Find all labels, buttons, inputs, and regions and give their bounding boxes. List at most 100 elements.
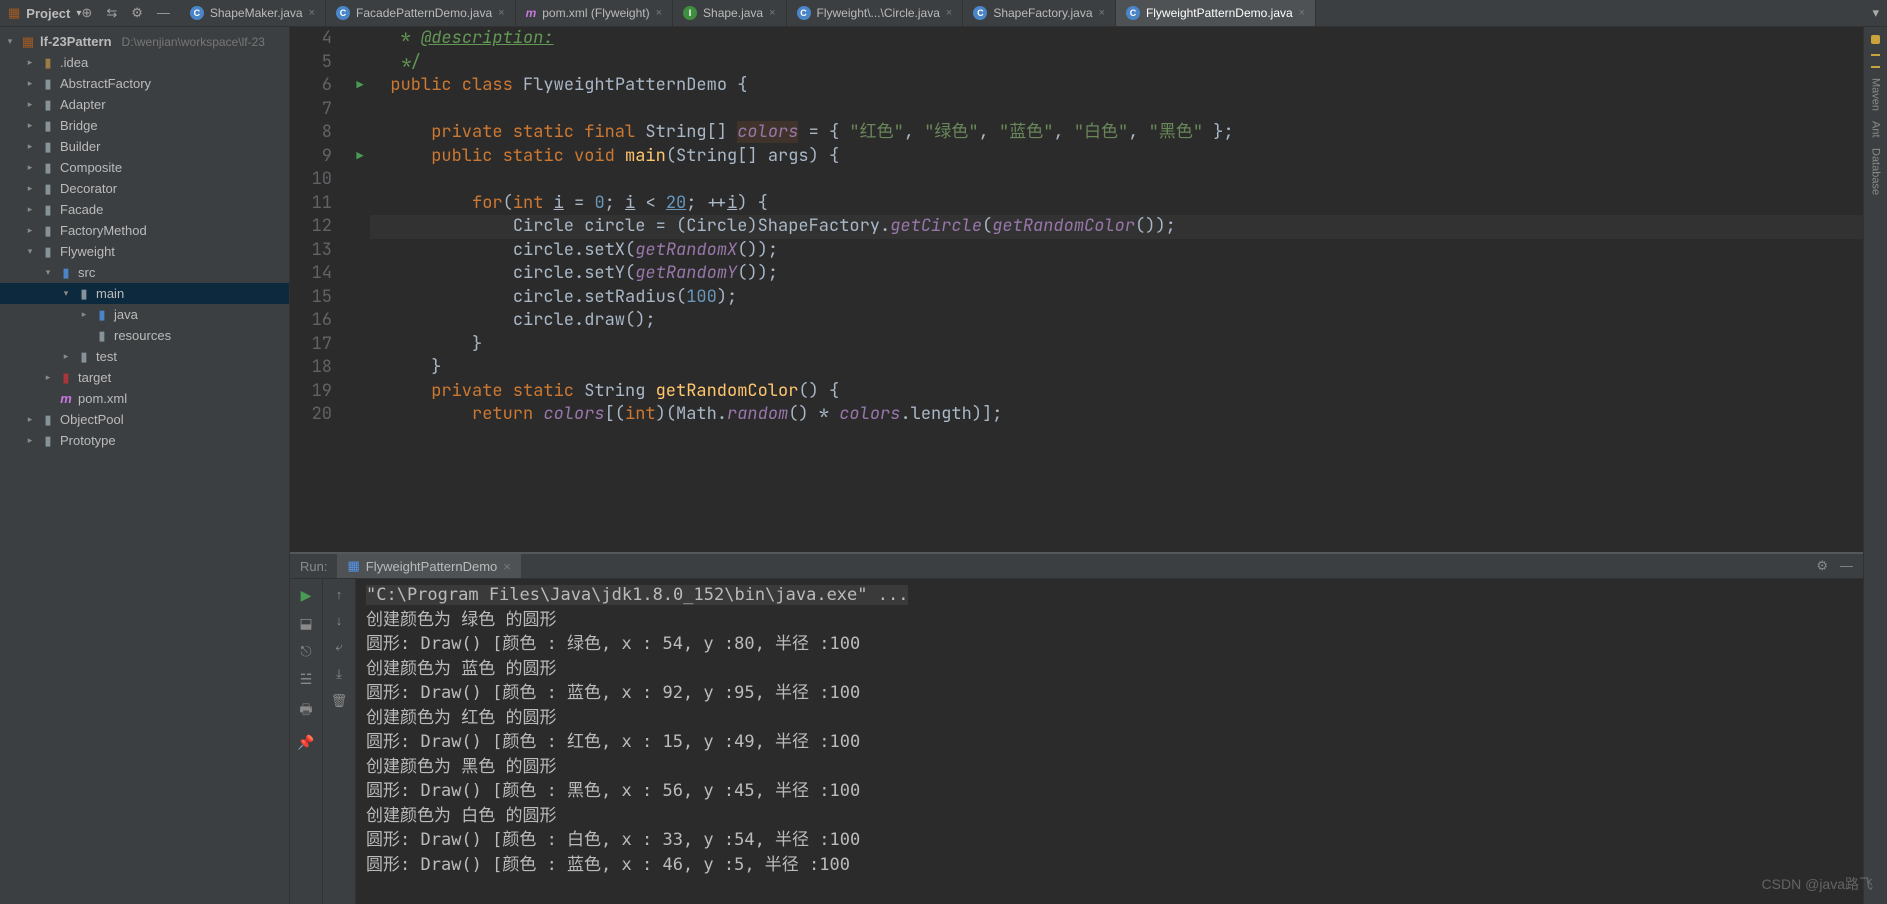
code-editor[interactable]: 4567891011121314151617181920 ▶▶ * @descr… [290, 27, 1863, 552]
editor-tab[interactable]: IShape.java× [673, 0, 786, 26]
code-line[interactable]: private static final String[] colors = {… [370, 121, 1863, 145]
tree-item[interactable]: ▸Decorator [0, 178, 289, 199]
close-icon[interactable]: × [498, 7, 504, 19]
close-icon[interactable]: × [769, 7, 775, 19]
ant-tool[interactable]: Ant [1870, 121, 1882, 138]
tab-label: FlyweightPatternDemo.java [1146, 6, 1293, 20]
tree-item[interactable]: ▸.idea [0, 52, 289, 73]
code-line[interactable]: return colors[(int)(Math.random() * colo… [370, 403, 1863, 427]
tree-item[interactable]: ▾Flyweight [0, 241, 289, 262]
chevron-icon: ▾ [60, 288, 72, 299]
soft-wrap-icon[interactable]: ⤶ [335, 639, 342, 655]
line-number: 18 [290, 356, 332, 380]
project-tool-selector[interactable]: Project ▾ [0, 5, 81, 21]
rerun-icon[interactable]: ▶ [301, 587, 312, 604]
minimize-icon[interactable]: — [1840, 558, 1853, 574]
tree-item[interactable]: resources [0, 325, 289, 346]
code-line[interactable]: public static void main(String[] args) { [370, 145, 1863, 169]
gear-icon[interactable]: ⚙ [1816, 558, 1828, 574]
code-line[interactable]: * @description: [370, 27, 1863, 51]
tree-root-path: D:\wenjian\workspace\lf-23 [122, 35, 265, 49]
close-icon[interactable]: × [309, 7, 315, 19]
close-icon[interactable]: × [503, 559, 511, 574]
close-icon[interactable]: × [656, 7, 662, 19]
inspection-indicator[interactable] [1871, 35, 1880, 44]
editor-tab[interactable]: CFacadePatternDemo.java× [326, 0, 516, 26]
warning-marker[interactable] [1871, 66, 1880, 68]
project-tree[interactable]: ▾ lf-23Pattern D:\wenjian\workspace\lf-2… [0, 27, 290, 904]
tab-dropdown-icon[interactable]: ▾ [1864, 5, 1887, 21]
console-line: 创建颜色为 绿色 的圆形 [366, 608, 1853, 633]
scroll-to-end-icon[interactable]: ⤓ [336, 666, 342, 682]
code-line[interactable]: for(int i = 0; i < 20; ++i) { [370, 192, 1863, 216]
tree-item[interactable]: ▸ObjectPool [0, 409, 289, 430]
editor-tab[interactable]: mpom.xml (Flyweight)× [516, 0, 673, 26]
tree-item[interactable]: ▸test [0, 346, 289, 367]
scroll-up-icon[interactable]: ↑ [336, 587, 343, 602]
scroll-down-icon[interactable]: ↓ [336, 613, 343, 628]
chevron-icon: ▸ [42, 372, 54, 383]
layout-icon[interactable]: ☱ [300, 671, 313, 688]
tree-item[interactable]: ▸Prototype [0, 430, 289, 451]
pin-icon[interactable]: 📌 [297, 734, 314, 751]
code-line[interactable]: circle.draw(); [370, 309, 1863, 333]
folder-icon [76, 349, 92, 365]
tree-item-label: java [114, 307, 138, 322]
code-line[interactable]: circle.setRadius(100); [370, 286, 1863, 310]
code-line[interactable]: circle.setX(getRandomX()); [370, 239, 1863, 263]
warning-marker[interactable] [1871, 54, 1880, 56]
tree-item[interactable]: ▸Builder [0, 136, 289, 157]
tree-item-label: pom.xml [78, 391, 127, 406]
close-icon[interactable]: × [1299, 7, 1305, 19]
run-gutter-icon[interactable]: ▶ [356, 145, 363, 169]
code-line[interactable]: public class FlyweightPatternDemo { [370, 74, 1863, 98]
code-line[interactable]: circle.setY(getRandomY()); [370, 262, 1863, 286]
code-line[interactable]: } [370, 333, 1863, 357]
tree-item[interactable]: ▸AbstractFactory [0, 73, 289, 94]
code-line[interactable]: Circle circle = (Circle)ShapeFactory.get… [370, 215, 1863, 239]
code-line[interactable]: private static String getRandomColor() { [370, 380, 1863, 404]
code-line[interactable] [370, 98, 1863, 122]
tree-item[interactable]: ▸FactoryMethod [0, 220, 289, 241]
tree-item-label: AbstractFactory [60, 76, 151, 91]
editor-tab[interactable]: CFlyweightPatternDemo.java× [1116, 0, 1316, 26]
class-icon: C [336, 6, 350, 20]
editor-tab[interactable]: CShapeFactory.java× [963, 0, 1116, 26]
tree-item[interactable]: ▸Bridge [0, 115, 289, 136]
print-icon[interactable]: 🖶 [299, 699, 312, 723]
code-line[interactable]: } [370, 356, 1863, 380]
run-tab[interactable]: ▦ FlyweightPatternDemo × [337, 554, 520, 578]
run-gutter-icon[interactable]: ▶ [356, 74, 363, 98]
clear-icon[interactable]: 🗑 [331, 693, 348, 709]
expand-icon[interactable]: ⇆ [106, 5, 117, 21]
tree-item[interactable]: pom.xml [0, 388, 289, 409]
tree-item[interactable]: ▸target [0, 367, 289, 388]
tree-item[interactable]: ▸java [0, 304, 289, 325]
close-icon[interactable]: × [946, 7, 952, 19]
code-line[interactable]: */ [370, 51, 1863, 75]
chevron-icon: ▸ [60, 351, 72, 362]
console-output[interactable]: "C:\Program Files\Java\jdk1.8.0_152\bin\… [356, 579, 1863, 904]
database-tool[interactable]: Database [1870, 148, 1882, 195]
tree-item[interactable]: ▸Facade [0, 199, 289, 220]
tree-item[interactable]: ▸Composite [0, 157, 289, 178]
tree-root[interactable]: ▾ lf-23Pattern D:\wenjian\workspace\lf-2… [0, 31, 289, 52]
locate-icon[interactable]: ⊕ [81, 5, 92, 21]
tree-item[interactable]: ▾src [0, 262, 289, 283]
code-line[interactable] [370, 168, 1863, 192]
gear-icon[interactable]: ⚙ [131, 5, 143, 21]
editor-tab[interactable]: CFlyweight\...\Circle.java× [787, 0, 964, 26]
editor-tab[interactable]: CShapeMaker.java× [180, 0, 326, 26]
tree-item[interactable]: ▾main [0, 283, 289, 304]
tree-item[interactable]: ▸Adapter [0, 94, 289, 115]
console-line: 圆形: Draw() [颜色 : 白色, x : 33, y :54, 半径 :… [366, 828, 1853, 853]
class-icon: C [973, 6, 987, 20]
maven-tool[interactable]: Maven [1870, 78, 1882, 111]
chevron-icon: ▸ [24, 435, 36, 446]
stop-disabled-icon[interactable]: ⬓ [299, 615, 312, 632]
close-icon[interactable]: × [1099, 7, 1105, 19]
line-number: 10 [290, 168, 332, 192]
exit-icon[interactable]: ⎋ [300, 643, 311, 660]
collapse-icon[interactable]: — [157, 5, 170, 21]
folder-icon [40, 433, 56, 449]
